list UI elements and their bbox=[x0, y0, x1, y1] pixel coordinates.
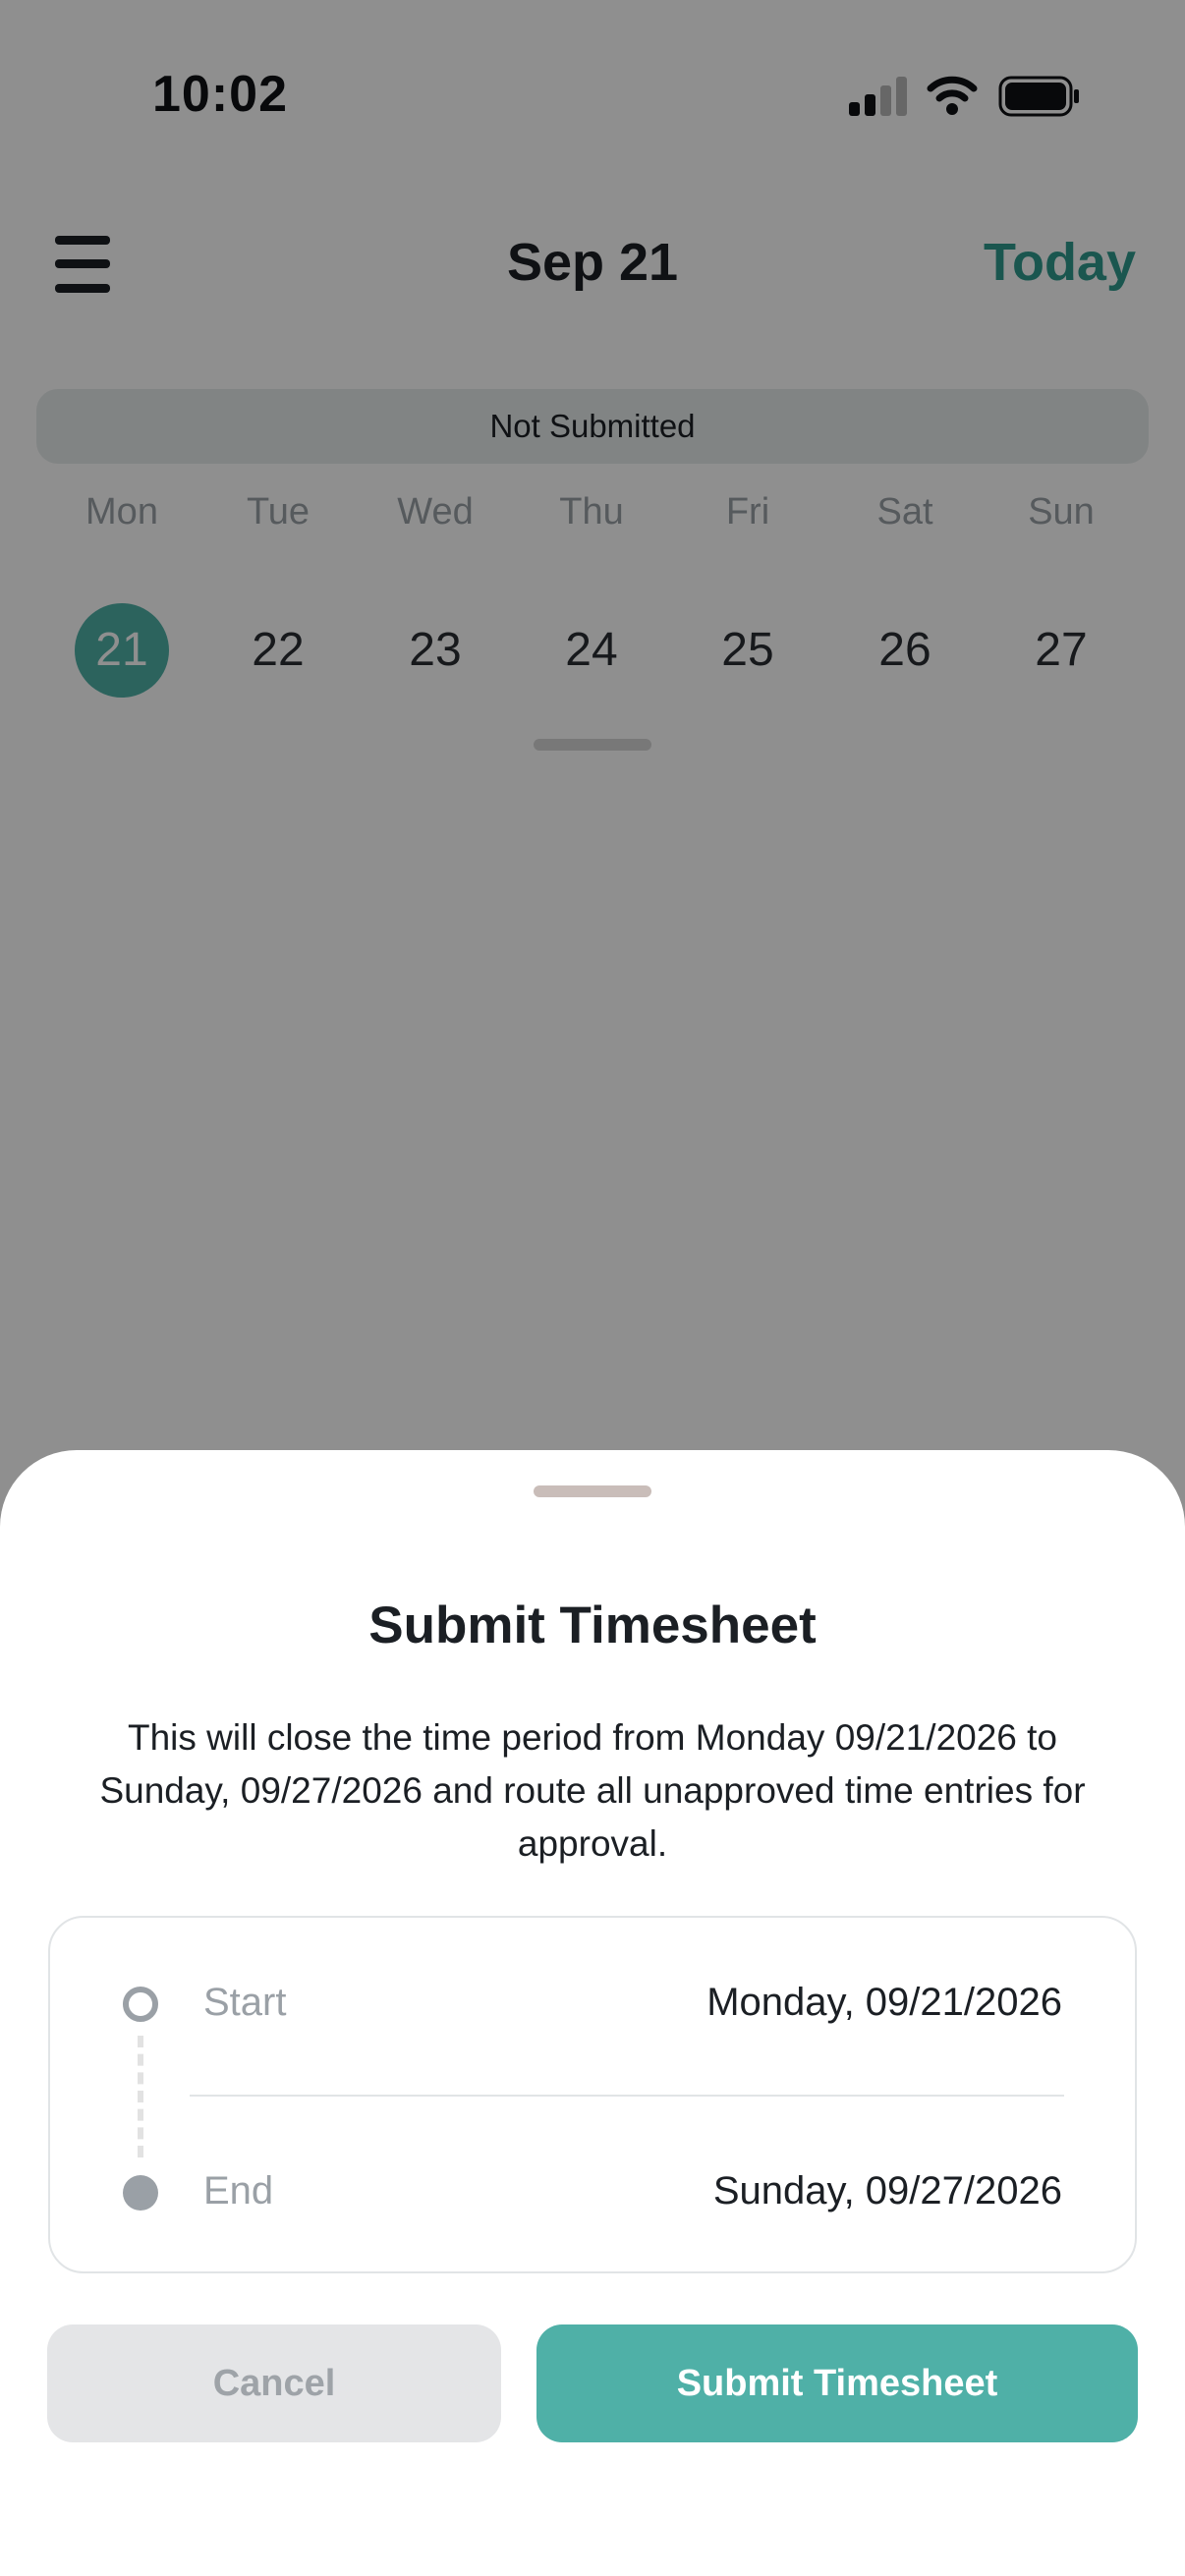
start-circle-icon bbox=[123, 1987, 158, 2022]
sheet-description: This will close the time period from Mon… bbox=[99, 1717, 1086, 1864]
start-label: Start bbox=[203, 1981, 287, 2024]
cancel-button[interactable]: Cancel bbox=[47, 2324, 501, 2442]
range-connector bbox=[138, 2036, 143, 2157]
submit-timesheet-sheet: Submit Timesheet This will close the tim… bbox=[0, 1450, 1185, 2576]
submit-timesheet-button[interactable]: Submit Timesheet bbox=[536, 2324, 1138, 2442]
range-divider bbox=[190, 2095, 1064, 2097]
end-dot-icon bbox=[123, 2175, 158, 2211]
start-date: Monday, 09/21/2026 bbox=[706, 1981, 1062, 2024]
sheet-title: Submit Timesheet bbox=[368, 1596, 817, 1654]
sheet-drag-handle[interactable] bbox=[534, 1485, 651, 1497]
end-date: Sunday, 09/27/2026 bbox=[712, 2169, 1062, 2212]
date-range-card: Start Monday, 09/21/2026 End Sunday, 09/… bbox=[48, 1916, 1137, 2273]
end-label: End bbox=[203, 2169, 274, 2212]
